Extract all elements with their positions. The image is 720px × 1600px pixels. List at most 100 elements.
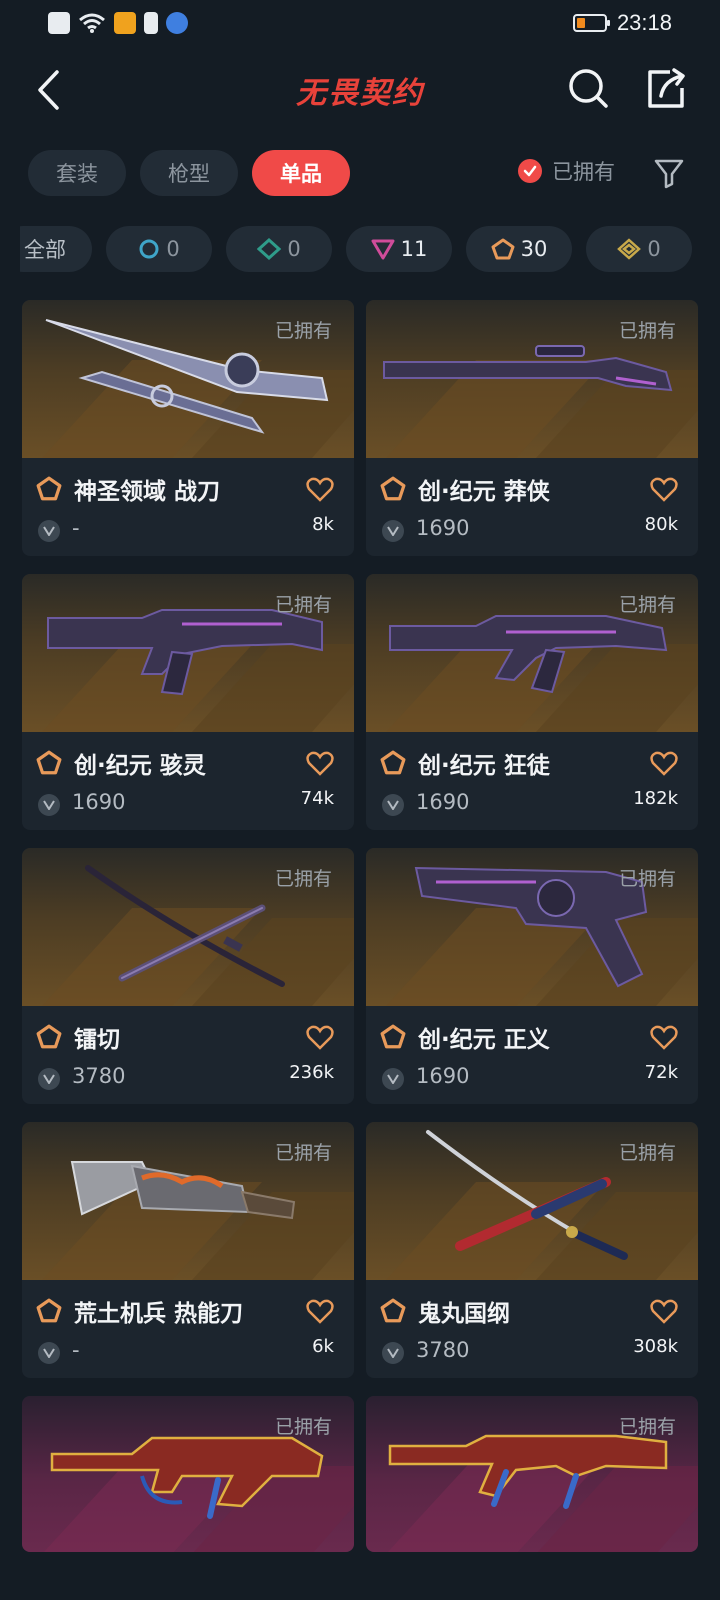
item-price: - bbox=[72, 1338, 80, 1362]
tier-exclusive-icon bbox=[36, 1298, 62, 1323]
item-card[interactable]: 已拥有 创·纪元 正义 1690 72k bbox=[366, 848, 698, 1104]
tier-select-icon bbox=[139, 239, 159, 259]
tab-bundles[interactable]: 套装 bbox=[28, 150, 126, 196]
tier-count: 0 bbox=[287, 237, 301, 261]
owned-tag: 已拥有 bbox=[618, 1142, 676, 1164]
item-name: 创·纪元 骇灵 bbox=[74, 753, 206, 779]
tier-count: 11 bbox=[400, 237, 428, 261]
tier-exclusive-icon bbox=[491, 238, 515, 260]
item-name: 镭切 bbox=[74, 1027, 120, 1053]
item-card[interactable]: 已拥有 创·纪元 莽侠 1690 80k bbox=[366, 300, 698, 556]
vp-currency-icon bbox=[382, 1068, 404, 1090]
item-image: 已拥有 bbox=[366, 848, 698, 1006]
vp-currency-icon bbox=[38, 1342, 60, 1364]
category-tabs: 套装 枪型 单品 bbox=[28, 150, 350, 196]
like-count: 74k bbox=[300, 788, 334, 809]
owned-tag: 已拥有 bbox=[618, 320, 676, 342]
tier-filter-bar: 全部 0 0 11 30 0 bbox=[20, 226, 720, 272]
share-button[interactable] bbox=[644, 66, 690, 112]
page-title: 无畏契约 bbox=[296, 76, 424, 111]
tier-exclusive-icon bbox=[380, 750, 406, 775]
like-count: 308k bbox=[633, 1336, 678, 1357]
item-name: 创·纪元 狂徒 bbox=[418, 753, 550, 779]
tab-single-items[interactable]: 单品 bbox=[252, 150, 350, 196]
vp-currency-icon bbox=[382, 794, 404, 816]
tab-weapon-types[interactable]: 枪型 bbox=[140, 150, 238, 196]
search-button[interactable] bbox=[566, 66, 612, 112]
like-count: 72k bbox=[644, 1062, 678, 1083]
vp-currency-icon bbox=[38, 1068, 60, 1090]
owned-tag: 已拥有 bbox=[274, 868, 332, 890]
item-name: 荒土机兵 热能刀 bbox=[74, 1301, 244, 1327]
item-image: 已拥有 bbox=[22, 848, 354, 1006]
item-name: 创·纪元 莽侠 bbox=[418, 479, 550, 505]
tier-premium-icon bbox=[371, 239, 395, 260]
heart-icon[interactable] bbox=[650, 1298, 678, 1324]
notification-icon bbox=[144, 12, 158, 34]
alert-icon bbox=[48, 12, 70, 34]
like-count: 6k bbox=[312, 1336, 334, 1357]
item-image: 已拥有 bbox=[366, 574, 698, 732]
tier-chip-deluxe[interactable]: 0 bbox=[226, 226, 332, 272]
weibo-icon bbox=[114, 12, 136, 34]
owned-tag: 已拥有 bbox=[274, 1142, 332, 1164]
vp-currency-icon bbox=[38, 794, 60, 816]
like-count: 80k bbox=[644, 514, 678, 535]
item-card[interactable]: 已拥有 bbox=[22, 1396, 354, 1552]
tier-exclusive-icon bbox=[36, 1024, 62, 1049]
item-card[interactable]: 已拥有 神圣领域 战刀 - 8k bbox=[22, 300, 354, 556]
item-grid: 已拥有 神圣领域 战刀 - 8k 已拥有 创·纪元 莽侠 1690 80k 已拥… bbox=[22, 300, 698, 1552]
tier-count: 30 bbox=[520, 237, 548, 261]
like-count: 8k bbox=[312, 514, 334, 535]
heart-icon[interactable] bbox=[650, 476, 678, 502]
item-price: - bbox=[72, 516, 80, 540]
heart-icon[interactable] bbox=[650, 750, 678, 776]
tier-exclusive-icon bbox=[380, 476, 406, 501]
tier-exclusive-icon bbox=[380, 1024, 406, 1049]
filter-button[interactable] bbox=[652, 156, 686, 190]
item-price: 1690 bbox=[416, 516, 470, 540]
owned-tag: 已拥有 bbox=[618, 1416, 676, 1438]
item-name: 创·纪元 正义 bbox=[418, 1027, 550, 1053]
heart-icon[interactable] bbox=[306, 1298, 334, 1324]
item-card[interactable]: 已拥有 创·纪元 狂徒 1690 182k bbox=[366, 574, 698, 830]
item-image: 已拥有 bbox=[22, 1396, 354, 1552]
search-icon bbox=[569, 69, 608, 108]
item-price: 1690 bbox=[416, 1064, 470, 1088]
item-image: 已拥有 bbox=[366, 1396, 698, 1552]
tier-chip-exclusive[interactable]: 30 bbox=[466, 226, 572, 272]
item-image: 已拥有 bbox=[366, 300, 698, 458]
tier-chip-select[interactable]: 0 bbox=[106, 226, 212, 272]
tier-chip-ultra[interactable]: 0 bbox=[586, 226, 692, 272]
heart-icon[interactable] bbox=[306, 476, 334, 502]
filter-icon bbox=[654, 159, 684, 189]
tier-exclusive-icon bbox=[36, 750, 62, 775]
tier-count: 0 bbox=[166, 237, 180, 261]
item-card[interactable]: 已拥有 荒土机兵 热能刀 - 6k bbox=[22, 1122, 354, 1378]
item-name: 神圣领域 战刀 bbox=[74, 479, 221, 505]
item-price: 1690 bbox=[416, 790, 470, 814]
item-image: 已拥有 bbox=[366, 1122, 698, 1280]
item-image: 已拥有 bbox=[22, 300, 354, 458]
heart-icon[interactable] bbox=[306, 1024, 334, 1050]
item-price: 3780 bbox=[72, 1064, 126, 1088]
item-image: 已拥有 bbox=[22, 574, 354, 732]
item-card[interactable]: 已拥有 创·纪元 骇灵 1690 74k bbox=[22, 574, 354, 830]
owned-tag: 已拥有 bbox=[274, 594, 332, 616]
owned-filter-toggle[interactable]: 已拥有 bbox=[518, 156, 615, 186]
item-card[interactable]: 已拥有 镭切 3780 236k bbox=[22, 848, 354, 1104]
heart-icon[interactable] bbox=[650, 1024, 678, 1050]
item-name: 鬼丸国纲 bbox=[418, 1301, 510, 1327]
heart-icon[interactable] bbox=[306, 750, 334, 776]
tier-chip-premium[interactable]: 11 bbox=[346, 226, 452, 272]
owned-filter-label: 已拥有 bbox=[552, 160, 615, 184]
item-price: 1690 bbox=[72, 790, 126, 814]
item-card[interactable]: 已拥有 bbox=[366, 1396, 698, 1552]
item-card[interactable]: 已拥有 鬼丸国纲 3780 308k bbox=[366, 1122, 698, 1378]
item-price: 3780 bbox=[416, 1338, 470, 1362]
vp-currency-icon bbox=[382, 1342, 404, 1364]
check-icon bbox=[518, 159, 542, 183]
tier-chip-all[interactable]: 全部 bbox=[20, 226, 92, 272]
share-icon bbox=[648, 68, 685, 108]
like-count: 182k bbox=[633, 788, 678, 809]
